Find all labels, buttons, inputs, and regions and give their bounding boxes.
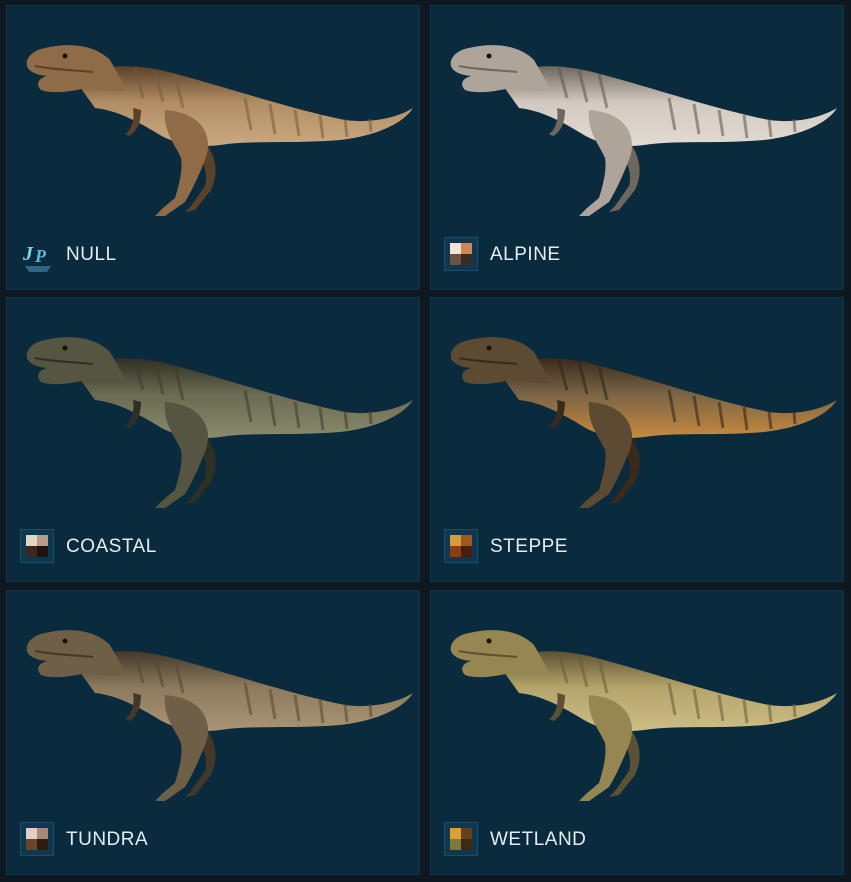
swatch-color-cell <box>37 535 48 546</box>
variant-card-wetland[interactable]: WETLAND <box>430 590 844 875</box>
swatch-color-cell <box>461 243 472 254</box>
swatch-color-cell <box>26 828 37 839</box>
t-rex-image <box>26 630 413 801</box>
swatch-color-cell <box>461 254 472 265</box>
svg-text:J: J <box>22 243 34 265</box>
swatch-color-cell <box>37 828 48 839</box>
swatch-color-cell <box>450 546 461 557</box>
t-rex-image <box>26 45 413 216</box>
swatch-color-cell <box>26 535 37 546</box>
color-swatch-icon <box>20 822 54 856</box>
swatch-color-grid <box>26 828 48 850</box>
swatch-color-grid <box>26 535 48 557</box>
swatch-color-cell <box>450 243 461 254</box>
swatch-color-grid <box>450 535 472 557</box>
skin-variant-grid: J P NULL ALPINE COASTAL STEPPE TUNDRA WE… <box>0 0 851 882</box>
variant-card-alpine[interactable]: ALPINE <box>430 5 844 290</box>
variant-card-steppe[interactable]: STEPPE <box>430 297 844 582</box>
variant-label: COASTAL <box>66 536 157 557</box>
variant-card-null[interactable]: J P NULL <box>6 5 420 290</box>
variant-label: STEPPE <box>490 536 568 557</box>
variant-label: NULL <box>66 244 117 265</box>
color-swatch-icon <box>20 529 54 563</box>
color-swatch-icon <box>444 822 478 856</box>
variant-label: TUNDRA <box>66 829 149 850</box>
swatch-color-cell <box>461 839 472 850</box>
swatch-color-cell <box>37 839 48 850</box>
t-rex-image <box>450 630 837 801</box>
swatch-color-cell <box>37 546 48 557</box>
variant-label: ALPINE <box>490 244 561 265</box>
swatch-color-cell <box>450 254 461 265</box>
swatch-color-grid <box>450 828 472 850</box>
color-swatch-icon <box>444 529 478 563</box>
swatch-color-cell <box>461 535 472 546</box>
swatch-color-grid <box>450 243 472 265</box>
variant-card-coastal[interactable]: COASTAL <box>6 297 420 582</box>
svg-text:P: P <box>34 246 47 266</box>
t-rex-image <box>450 45 837 216</box>
variant-label: WETLAND <box>490 829 587 850</box>
color-swatch-icon <box>444 237 478 271</box>
swatch-color-cell <box>26 546 37 557</box>
swatch-color-cell <box>450 535 461 546</box>
swatch-color-cell <box>26 839 37 850</box>
swatch-color-cell <box>461 828 472 839</box>
t-rex-image <box>450 337 837 508</box>
variant-card-tundra[interactable]: TUNDRA <box>6 590 420 875</box>
jp-logo-icon: J P <box>22 243 51 272</box>
swatch-color-cell <box>450 828 461 839</box>
swatch-color-cell <box>450 839 461 850</box>
swatch-color-cell <box>461 546 472 557</box>
t-rex-image <box>26 337 413 508</box>
